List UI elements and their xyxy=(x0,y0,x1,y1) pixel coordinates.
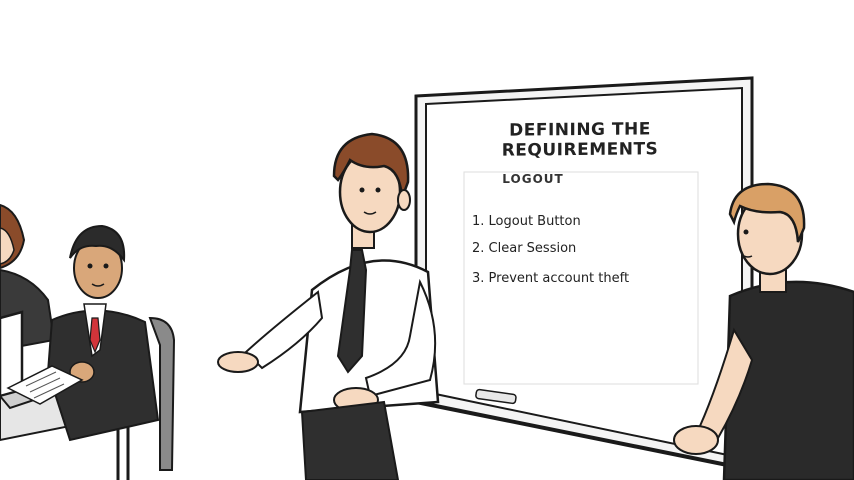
requirement-item: 2. Clear Session xyxy=(472,241,577,256)
whiteboard-scene xyxy=(0,76,854,480)
whiteboard-title: DEFINING THE REQUIREMENTS xyxy=(501,119,659,161)
requirement-item: 1. Logout Button xyxy=(472,214,581,229)
paper-heading: LOGOUT xyxy=(502,172,564,186)
presenter xyxy=(217,132,440,480)
requirement-item: 3. Prevent account theft xyxy=(472,271,630,286)
